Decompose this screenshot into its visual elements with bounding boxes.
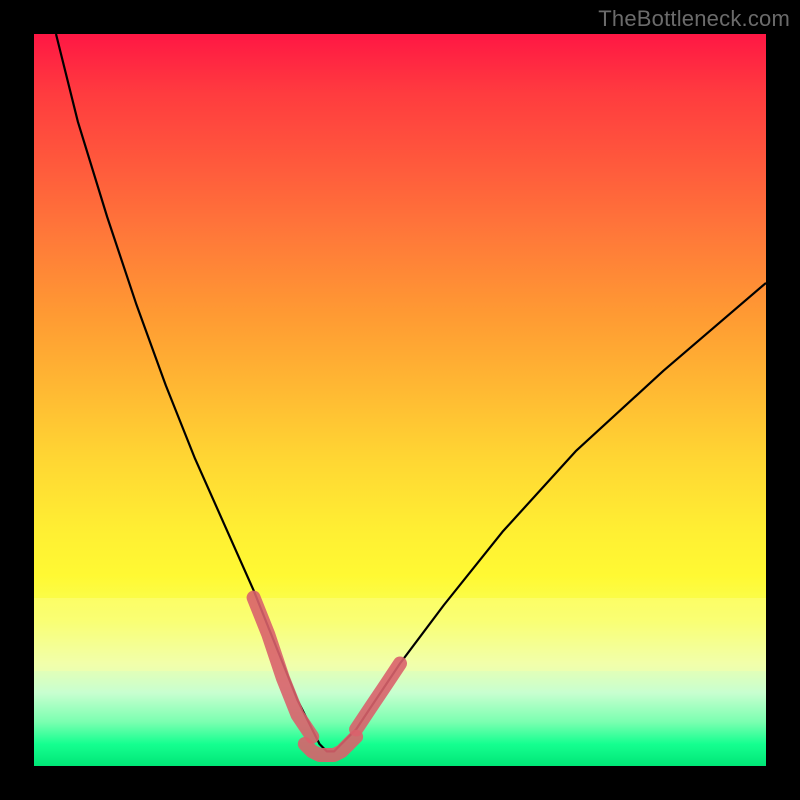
curve-layer	[34, 34, 766, 766]
series-highlight-band-right	[356, 664, 400, 730]
watermark-text: TheBottleneck.com	[598, 6, 790, 32]
series-bottleneck-curve	[56, 34, 766, 751]
chart-frame: TheBottleneck.com	[0, 0, 800, 800]
series-highlight-band-left	[254, 598, 313, 737]
plot-area	[34, 34, 766, 766]
